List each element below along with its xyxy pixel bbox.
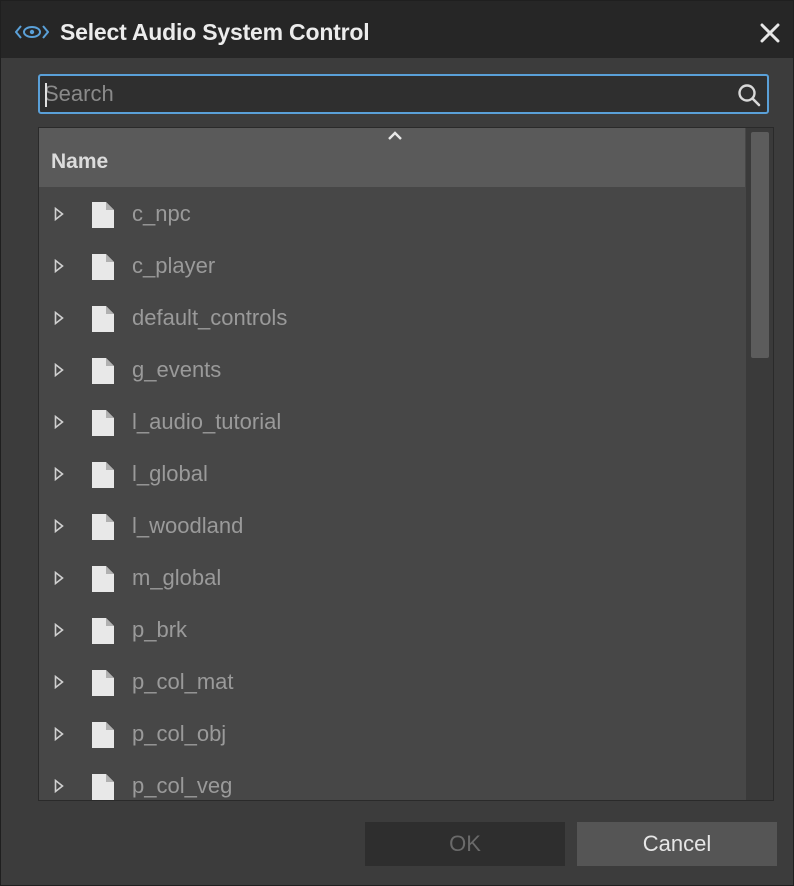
tree-item-label: g_events [132,357,222,382]
title-bar[interactable]: Select Audio System Control [1,1,793,58]
file-icon [92,514,114,540]
eye-icon [15,25,49,39]
file-icon [92,202,114,228]
ok-button[interactable]: OK [365,822,565,866]
expand-arrow-icon[interactable] [54,207,64,221]
expand-arrow-icon[interactable] [54,467,64,481]
tree-row[interactable]: p_col_obj [39,707,745,759]
vertical-scrollbar[interactable] [746,128,773,800]
tree-row[interactable]: l_global [39,447,745,499]
text-caret [45,83,47,107]
file-icon [92,670,114,696]
tree-item-label: l_woodland [132,513,244,538]
expand-arrow-icon[interactable] [54,623,64,637]
tree-row[interactable]: p_brk [39,603,745,655]
tree-item-label: p_col_mat [132,669,234,694]
file-icon [92,254,114,280]
search-icon[interactable] [736,82,762,108]
tree-row[interactable]: c_player [39,239,745,291]
expand-arrow-icon[interactable] [54,415,64,429]
file-icon [92,722,114,748]
column-header-name[interactable]: Name [39,128,745,187]
tree-item-label: p_col_veg [132,773,233,798]
file-icon [92,358,114,384]
close-icon[interactable] [755,18,785,48]
file-icon [92,566,114,592]
expand-arrow-icon[interactable] [54,727,64,741]
tree-item-label: p_col_obj [132,721,227,746]
expand-arrow-icon[interactable] [54,519,64,533]
expand-arrow-icon[interactable] [54,259,64,273]
select-audio-control-dialog: Select Audio System Control Name c_npc [1,1,793,885]
dialog-title: Select Audio System Control [60,19,370,45]
expand-arrow-icon[interactable] [54,779,64,793]
tree-item-label: c_npc [132,201,191,226]
tree-row[interactable]: g_events [39,343,745,395]
file-icon [92,306,114,332]
tree-item-label: m_global [132,565,222,590]
expand-arrow-icon[interactable] [54,311,64,325]
tree-row[interactable]: default_controls [39,291,745,343]
file-icon [92,462,114,488]
tree-row[interactable]: m_global [39,551,745,603]
search-input[interactable] [44,79,724,109]
file-icon [92,618,114,644]
column-header-label: Name [51,150,109,173]
tree-row[interactable]: p_col_veg [39,759,745,800]
control-tree[interactable]: Name c_npc c_player default_controls g_e… [38,127,774,801]
tree-item-label: p_brk [132,617,188,642]
expand-arrow-icon[interactable] [54,363,64,377]
tree-item-label: l_global [132,461,208,486]
file-icon [92,774,114,800]
expand-arrow-icon[interactable] [54,675,64,689]
tree-rows: c_npc c_player default_controls g_events [39,187,745,800]
tree-row[interactable]: p_col_mat [39,655,745,707]
search-box[interactable] [38,74,769,114]
tree-item-label: l_audio_tutorial [132,409,282,434]
expand-arrow-icon[interactable] [54,571,64,585]
tree-item-label: default_controls [132,305,288,330]
file-icon [92,410,114,436]
cancel-button[interactable]: Cancel [577,822,777,866]
tree-row[interactable]: l_woodland [39,499,745,551]
scrollbar-thumb[interactable] [751,132,769,358]
tree-item-label: c_player [132,253,216,278]
chevron-up-icon [388,131,402,140]
tree-row[interactable]: c_npc [39,187,745,239]
tree-row[interactable]: l_audio_tutorial [39,395,745,447]
